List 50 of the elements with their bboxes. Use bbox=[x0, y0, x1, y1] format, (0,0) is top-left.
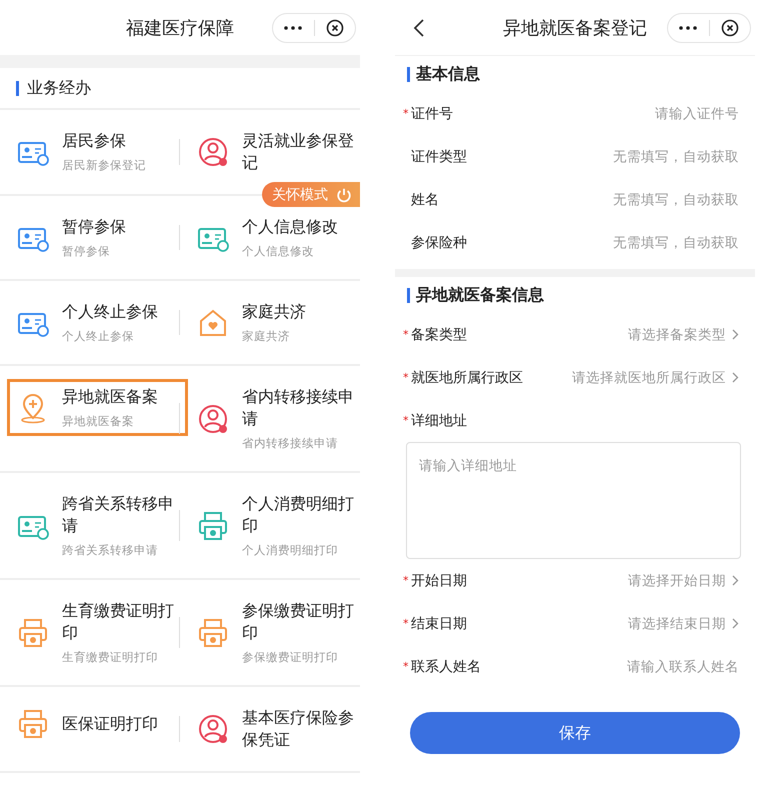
field-label: 就医地所属行政区 bbox=[411, 368, 523, 386]
field-label: 详细地址 bbox=[411, 412, 467, 430]
required-mark: * bbox=[403, 328, 408, 341]
close-icon[interactable] bbox=[720, 19, 739, 37]
more-icon[interactable] bbox=[679, 26, 698, 30]
field-label: 证件类型 bbox=[411, 148, 467, 166]
more-icon[interactable] bbox=[284, 26, 302, 30]
service-item[interactable]: 生育缴费证明打印 生育缴费证明打印 bbox=[7, 593, 188, 672]
page-title: 异地就医备案登记 bbox=[503, 16, 647, 40]
field-label: 结束日期 bbox=[411, 614, 467, 632]
field-label: 参保险种 bbox=[411, 234, 467, 252]
chevron-icon bbox=[732, 618, 739, 629]
required-mark: * bbox=[403, 414, 408, 427]
service-item[interactable]: 医保证明打印 bbox=[7, 700, 188, 748]
field-label: 联系人姓名 bbox=[411, 658, 481, 676]
chevron-icon bbox=[732, 575, 739, 586]
required-mark: * bbox=[403, 660, 408, 673]
service-item[interactable]: 基本医疗保险参保凭证 bbox=[187, 700, 360, 758]
chevron-icon bbox=[732, 372, 739, 383]
required-mark: * bbox=[403, 617, 408, 630]
input-field: 无需填写，自动获取 bbox=[613, 148, 739, 166]
required-mark: * bbox=[403, 574, 408, 587]
service-item[interactable]: 个人消费明细打印 个人消费明细打印 bbox=[187, 486, 360, 565]
service-item[interactable]: 灵活就业参保登记 bbox=[187, 123, 360, 181]
service-item[interactable]: 个人终止参保 个人终止参保 bbox=[7, 294, 188, 351]
input-field: 无需填写，自动获取 bbox=[613, 190, 739, 208]
page-title: 福建医疗保障 bbox=[126, 16, 234, 40]
service-item[interactable]: 省内转移接续申请 省内转移接续申请 bbox=[187, 379, 360, 458]
input-field: 无需填写，自动获取 bbox=[613, 234, 739, 252]
service-item[interactable]: 参保缴费证明打印 参保缴费证明打印 bbox=[187, 593, 360, 672]
required-mark: * bbox=[403, 371, 408, 384]
section-title: 业务经办 bbox=[27, 78, 91, 98]
close-icon[interactable] bbox=[326, 19, 344, 37]
service-item[interactable]: 个人信息修改 个人信息修改 bbox=[187, 209, 360, 266]
field-label: 证件号 bbox=[411, 104, 453, 122]
service-item[interactable]: 暂停参保 暂停参保 bbox=[7, 209, 188, 266]
section-title: 异地就医备案信息 bbox=[416, 284, 544, 306]
service-item[interactable]: 家庭共济 家庭共济 bbox=[187, 294, 360, 351]
power-icon bbox=[336, 186, 352, 202]
service-item[interactable]: 居民参保 居民新参保登记 bbox=[7, 123, 188, 180]
field-label: 开始日期 bbox=[411, 572, 467, 590]
back-icon[interactable] bbox=[413, 18, 425, 38]
section-title: 基本信息 bbox=[416, 64, 480, 84]
field-label: 姓名 bbox=[411, 190, 439, 208]
required-mark: * bbox=[403, 107, 408, 120]
service-item[interactable]: 异地就医备案 异地就医备案 bbox=[7, 379, 188, 436]
chevron-icon bbox=[732, 329, 739, 340]
save-button[interactable]: 保存 bbox=[410, 712, 740, 754]
field-label: 备案类型 bbox=[411, 326, 467, 344]
service-item[interactable]: 跨省关系转移申请 跨省关系转移申请 bbox=[7, 486, 188, 565]
